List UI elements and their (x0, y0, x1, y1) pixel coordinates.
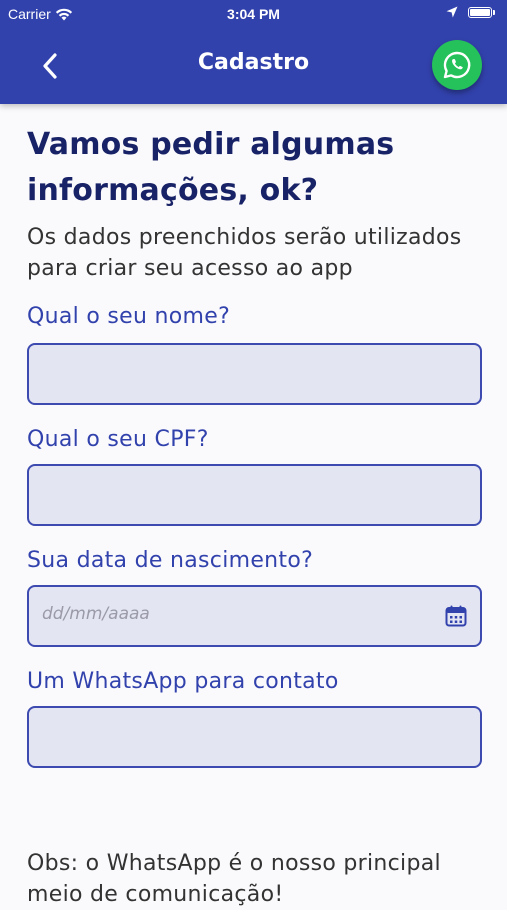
status-time: 3:04 PM (227, 6, 280, 22)
cpf-label: Qual o seu CPF? (27, 427, 209, 452)
app-header: Carrier 3:04 PM Cadastro (0, 0, 507, 104)
whatsapp-note: Obs: o WhatsApp é o nosso principal meio… (27, 851, 441, 907)
name-input[interactable] (27, 343, 482, 405)
page-title: Cadastro (197, 50, 310, 75)
whatsapp-input[interactable] (27, 706, 482, 768)
location-arrow-icon (446, 6, 458, 18)
birthdate-placeholder: dd/mm/aaaa (42, 604, 150, 624)
calendar-icon[interactable] (444, 604, 468, 628)
status-bar: Carrier 3:04 PM (0, 0, 507, 28)
form-content: Vamos pedir algumas informações, ok? Os … (27, 122, 482, 768)
whatsapp-icon (443, 51, 471, 79)
birthdate-label: Sua data de nascimento? (27, 548, 314, 573)
birthdate-input[interactable]: dd/mm/aaaa (27, 585, 482, 647)
status-right-group (446, 6, 495, 18)
intro-subtitle: Os dados preenchidos serão utilizados pa… (27, 225, 462, 281)
battery-cap (493, 9, 495, 15)
battery-icon (468, 6, 492, 18)
cpf-input[interactable] (27, 464, 482, 526)
whatsapp-label: Um WhatsApp para contato (27, 669, 339, 694)
intro-heading: Vamos pedir algumas informações, ok? (27, 127, 395, 208)
name-label: Qual o seu nome? (27, 304, 231, 329)
whatsapp-button[interactable] (432, 40, 482, 90)
